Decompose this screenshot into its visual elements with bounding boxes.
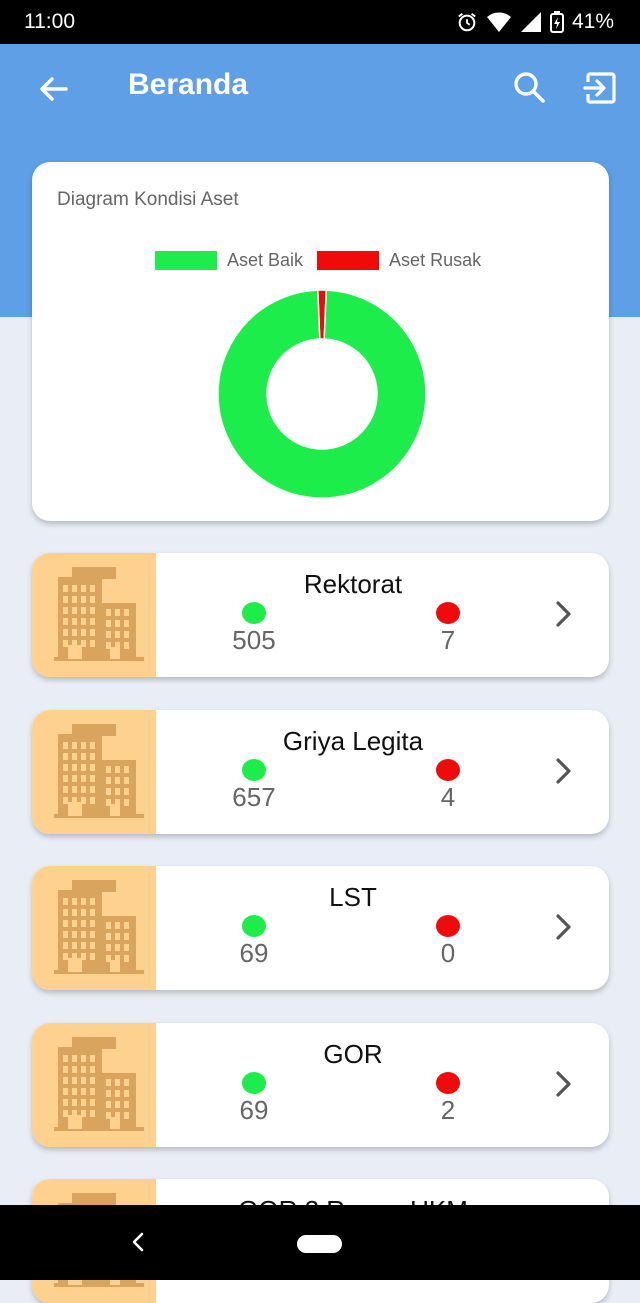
chevron-right-icon[interactable] [554, 912, 574, 942]
nav-home-pill[interactable] [297, 1235, 342, 1253]
bad-indicator-dot [436, 758, 460, 781]
location-name: GOR [323, 1038, 383, 1069]
chart-title: Diagram Kondisi Aset [57, 189, 239, 210]
building-thumbnail [32, 1022, 156, 1147]
good-asset-count: 657 [232, 781, 276, 812]
location-name: Griya Legita [282, 725, 424, 756]
status-time: 11:00 [24, 10, 75, 33]
building-icon [54, 723, 144, 818]
battery-percent: 41% [571, 10, 614, 33]
good-indicator-dot [242, 1071, 266, 1094]
bad-asset-count: 0 [440, 938, 456, 968]
good-asset-count: 69 [239, 938, 269, 968]
good-indicator-dot [242, 758, 266, 781]
chevron-right-icon[interactable] [554, 599, 574, 629]
back-arrow-icon[interactable] [36, 72, 70, 106]
bad-indicator-dot [436, 602, 460, 624]
page-title: Beranda [128, 68, 249, 101]
bad-indicator-dot [436, 1071, 460, 1094]
legend-swatch-good [155, 251, 217, 270]
building-icon [54, 880, 144, 974]
bad-asset-count: 4 [440, 781, 456, 812]
building-icon [54, 567, 144, 661]
good-asset-count: 505 [232, 625, 276, 655]
bad-indicator-dot [436, 915, 460, 937]
battery-icon [549, 11, 564, 33]
status-icons: 41% [456, 10, 614, 34]
building-icon [54, 1036, 144, 1131]
location-name: Rektorat [303, 569, 403, 599]
legend-label-bad: Aset Rusak [389, 250, 482, 270]
app-bar: Beranda [0, 44, 640, 130]
alarm-icon [458, 12, 476, 32]
logout-icon[interactable] [582, 70, 618, 106]
good-indicator-dot [242, 915, 266, 937]
legend-item-bad: Aset Rusak [317, 250, 481, 271]
good-asset-count: 69 [239, 1094, 269, 1125]
search-icon[interactable] [512, 70, 546, 104]
signal-icon [520, 12, 541, 32]
wifi-icon [486, 12, 511, 32]
legend-swatch-bad [317, 251, 380, 270]
location-name: LST [329, 882, 377, 912]
chevron-right-icon[interactable] [554, 756, 574, 786]
building-thumbnail [32, 866, 156, 990]
status-bar: 11:00 41% [0, 0, 640, 44]
chart-legend: Aset Baik Aset Rusak [155, 250, 495, 271]
asset-donut-chart[interactable] [217, 289, 427, 499]
bad-asset-count: 7 [440, 625, 456, 655]
bad-asset-count: 2 [440, 1094, 456, 1125]
legend-label-good: Aset Baik [227, 250, 304, 270]
chevron-right-icon[interactable] [554, 1069, 574, 1099]
asset-condition-chart-card: Diagram Kondisi Aset Aset Baik Aset Rusa… [32, 162, 609, 521]
legend-item-good: Aset Baik [155, 250, 303, 271]
location-card[interactable]: Griya Legita 657 4 [32, 709, 609, 834]
location-card[interactable]: GOR 69 2 [32, 1022, 609, 1147]
good-indicator-dot [242, 602, 266, 624]
system-nav-bar [0, 1205, 640, 1280]
nav-back-icon[interactable] [128, 1231, 148, 1253]
building-thumbnail [32, 553, 156, 677]
building-thumbnail [32, 709, 156, 834]
location-card[interactable]: LST 69 0 [32, 866, 609, 990]
location-card[interactable]: Rektorat 505 7 [32, 553, 609, 677]
